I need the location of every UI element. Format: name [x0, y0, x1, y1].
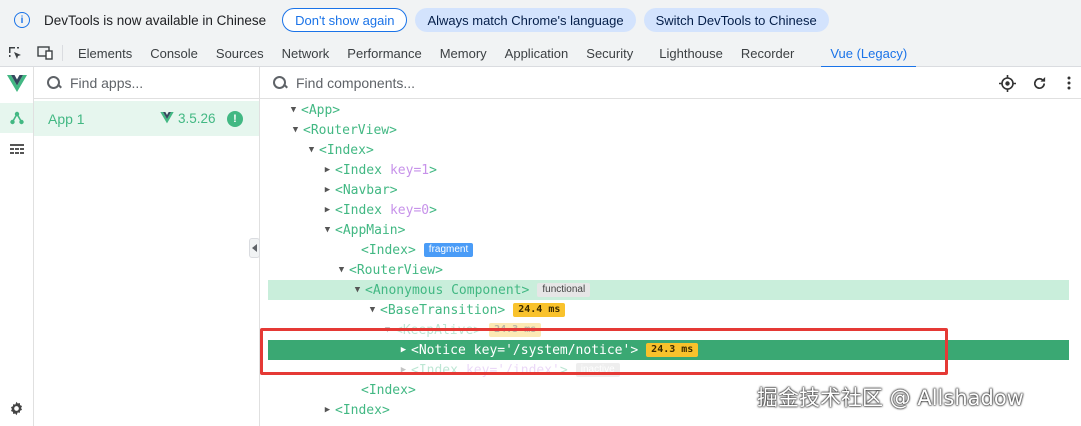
find-apps-input[interactable] — [70, 74, 240, 91]
device-toolbar-icon[interactable] — [34, 42, 56, 64]
component-tag: <Index — [335, 162, 382, 178]
tree-node[interactable]: ▼ <App> — [260, 100, 1081, 120]
search-icon — [47, 75, 61, 90]
component-tag: <BaseTransition> — [380, 302, 506, 318]
component-tag: <Index> — [335, 402, 390, 418]
tree-node[interactable]: <Index> fragment — [260, 240, 1081, 260]
select-component-icon[interactable] — [998, 74, 1016, 92]
tree-node[interactable]: ▶ <Navbar> — [260, 180, 1081, 200]
expand-down-icon[interactable]: ▼ — [352, 285, 363, 295]
always-match-language-button[interactable]: Always match Chrome's language — [415, 8, 636, 32]
app-list-item[interactable]: App 1 3.5.26 ! — [34, 101, 259, 136]
render-time-badge: 24.4 ms — [513, 303, 566, 317]
component-tag: <Index — [335, 202, 382, 218]
highlight-box — [260, 328, 948, 375]
tab-memory[interactable]: Memory — [431, 40, 496, 67]
collapse-panel-handle[interactable] — [249, 238, 260, 258]
expand-down-icon[interactable]: ▼ — [367, 305, 378, 315]
tree-node[interactable]: ▼ <RouterView> — [260, 120, 1081, 140]
component-tag: <Navbar> — [335, 182, 398, 198]
more-options-icon[interactable] — [1060, 74, 1078, 92]
app-version: 3.5.26 — [178, 111, 216, 126]
inspect-element-icon[interactable] — [4, 42, 26, 64]
expand-right-icon[interactable]: ▶ — [322, 185, 333, 195]
tree-node[interactable]: ▼ <Anonymous Component> functional — [260, 280, 1081, 300]
component-tag: <RouterView> — [303, 122, 397, 138]
tabbar-separator — [62, 45, 63, 61]
find-components-input[interactable] — [296, 74, 896, 91]
expand-right-icon[interactable]: ▶ — [322, 165, 333, 175]
refresh-icon[interactable] — [1030, 74, 1048, 92]
tab-recorder[interactable]: Recorder — [732, 40, 803, 67]
component-tag: <Index> — [319, 142, 374, 158]
tree-node[interactable]: ▼ <Index> — [260, 140, 1081, 160]
devtools-tabbar: Elements Console Sources Network Performance… — [0, 40, 1081, 68]
tab-sources[interactable]: Sources — [207, 40, 273, 67]
tab-network[interactable]: Network — [273, 40, 339, 67]
tab-performance[interactable]: Performance — [338, 40, 430, 67]
tab-console[interactable]: Console — [141, 40, 207, 67]
tree-node[interactable]: ▶ <Index key=1 > — [260, 160, 1081, 180]
tree-node[interactable]: ▼ <BaseTransition> 24.4 ms — [260, 300, 1081, 320]
vue-logo-icon — [0, 69, 33, 99]
functional-badge: functional — [537, 283, 591, 297]
components-tree-icon[interactable] — [0, 103, 33, 133]
component-tag: <AppMain> — [335, 222, 406, 238]
info-icon: i — [14, 12, 30, 28]
tree-node[interactable]: ▼ <RouterView> — [260, 260, 1081, 280]
tree-node[interactable]: ▶ <Index key=0 > — [260, 200, 1081, 220]
expand-down-icon[interactable]: ▼ — [290, 125, 301, 135]
component-tag-close: > — [429, 202, 437, 218]
apps-search-bar — [34, 67, 259, 99]
settings-gear-icon[interactable] — [0, 393, 33, 423]
app-name: App 1 — [48, 110, 85, 127]
expand-down-icon[interactable]: ▼ — [322, 225, 333, 235]
tree-node[interactable]: ▼ <AppMain> — [260, 220, 1081, 240]
component-tag: <RouterView> — [349, 262, 443, 278]
expand-down-icon[interactable]: ▼ — [288, 105, 299, 115]
expand-down-icon[interactable]: ▼ — [306, 145, 317, 155]
search-icon — [273, 75, 287, 90]
warning-icon[interactable]: ! — [227, 111, 243, 127]
watermark: 掘金技术社区 @ Allshadow — [757, 386, 1024, 410]
apps-panel: App 1 3.5.26 ! — [34, 67, 260, 426]
expand-down-icon[interactable]: ▼ — [336, 265, 347, 275]
fragment-badge: fragment — [423, 243, 474, 257]
tab-security[interactable]: Security — [577, 40, 642, 67]
component-key: key=0 — [389, 202, 430, 218]
expand-right-icon[interactable]: ▶ — [322, 405, 333, 415]
tab-vue-legacy[interactable]: Vue (Legacy) — [821, 40, 917, 68]
infobar-message: DevTools is now available in Chinese — [44, 12, 267, 28]
switch-devtools-chinese-button[interactable]: Switch DevTools to Chinese — [643, 8, 829, 32]
tab-application[interactable]: Application — [496, 40, 578, 67]
language-infobar: i DevTools is now available in Chinese D… — [0, 0, 1081, 40]
component-tag: <App> — [301, 102, 341, 118]
component-tag-close: > — [429, 162, 437, 178]
component-key: key=1 — [389, 162, 430, 178]
timeline-icon[interactable] — [0, 135, 33, 165]
component-tag: <Index> — [361, 242, 416, 258]
component-tag: <Anonymous Component> — [365, 282, 530, 298]
vue-devtools-rail — [0, 67, 34, 426]
vue-logo-icon — [160, 112, 174, 124]
dont-show-again-button[interactable]: Don't show again — [282, 8, 408, 32]
tab-elements[interactable]: Elements — [69, 40, 141, 67]
components-search-bar — [260, 67, 1081, 99]
tab-lighthouse[interactable]: Lighthouse — [650, 40, 732, 67]
component-tag: <Index> — [361, 382, 416, 398]
expand-right-icon[interactable]: ▶ — [322, 205, 333, 215]
